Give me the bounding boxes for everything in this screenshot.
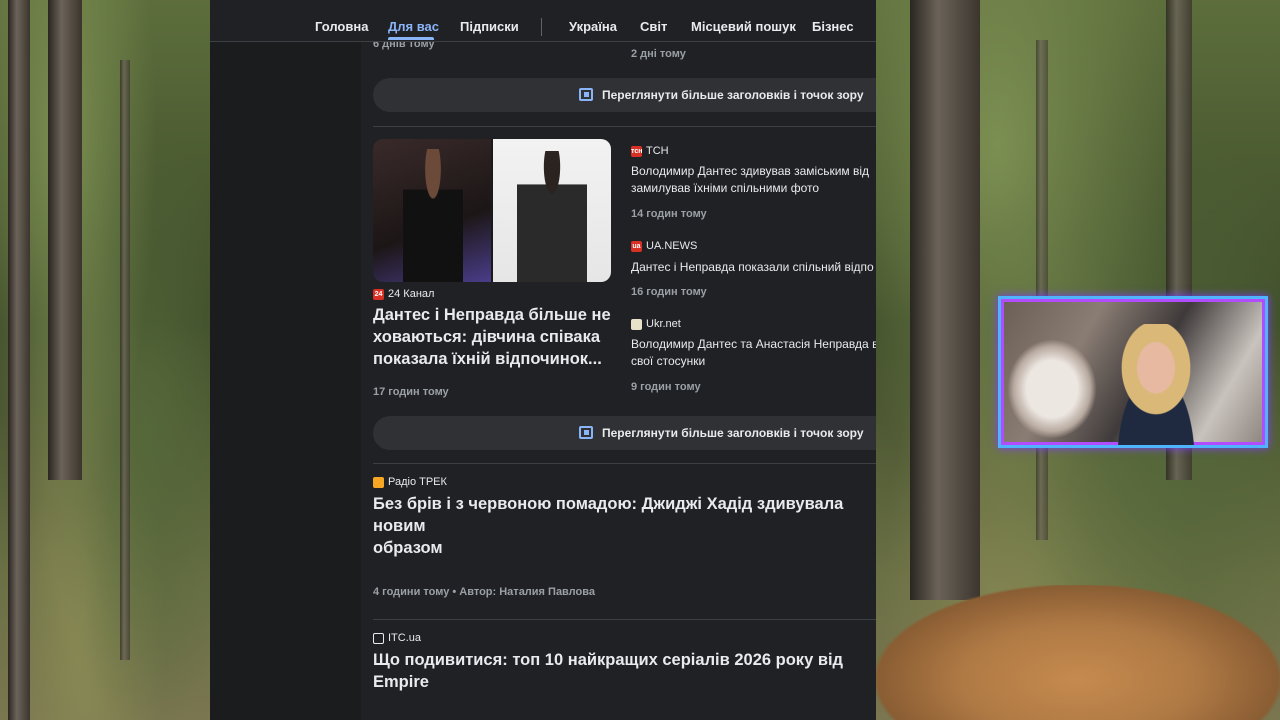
headline-line: Дантес і Неправда більше не — [373, 306, 611, 324]
headlines-icon — [579, 88, 593, 101]
more-headlines-label: Переглянути більше заголовків і точок зо… — [602, 426, 864, 440]
divider — [373, 126, 876, 127]
itc-ua-icon — [373, 632, 384, 644]
webcam-overlay — [998, 296, 1268, 448]
headline-line: образом — [373, 539, 443, 557]
source-name: Ukr.net — [646, 318, 681, 330]
background-object — [1007, 339, 1097, 439]
related-time: 9 годин тому — [631, 381, 701, 393]
nav-business[interactable]: Бізнес — [812, 19, 854, 34]
headline-line: Що подивитися: топ 10 найкращих серіалів… — [373, 651, 844, 669]
headline-line: Empire — [373, 673, 429, 691]
headline-line: Без брів і з червоною помадою: Джиджі Ха… — [373, 495, 844, 535]
story-meta: 4 години тому • Автор: Наталия Павлова — [373, 586, 595, 598]
related-title[interactable]: Володимир Дантес та Анастасія Неправда в… — [631, 336, 876, 370]
related-source: ua UA.NEWS — [631, 240, 697, 252]
story-source: 24 24 Канал — [373, 288, 434, 300]
feed: 6 днів тому 2 дні тому Переглянути більш… — [373, 0, 876, 720]
nav-active-indicator — [388, 37, 434, 40]
nav-subscriptions[interactable]: Підписки — [460, 19, 519, 34]
nav-separator — [541, 18, 542, 36]
more-headlines-button-2[interactable]: Переглянути більше заголовків і точок зо… — [373, 416, 876, 450]
story-time-right: 2 дні тому — [631, 48, 686, 60]
story-time: 17 годин тому — [373, 386, 449, 398]
related-time: 14 годин тому — [631, 208, 707, 220]
more-headlines-button-1[interactable]: Переглянути більше заголовків і точок зо… — [373, 78, 876, 112]
related-source: тсн ТСН — [631, 145, 669, 157]
related-source: Ukr.net — [631, 318, 681, 330]
ukr-net-icon — [631, 318, 642, 330]
nav-home[interactable]: Головна — [315, 19, 368, 34]
ua-news-icon: ua — [631, 240, 642, 252]
source-name: ТСН — [646, 145, 669, 157]
source-name: ITC.ua — [388, 632, 422, 644]
news-page: Головна Для вас Підписки Україна Світ Мі… — [210, 0, 876, 720]
story-headline[interactable]: Без брів і з червоною помадою: Джиджі Ха… — [373, 493, 876, 559]
divider — [373, 619, 876, 620]
tsn-icon: тсн — [631, 145, 643, 157]
channel-24-icon: 24 — [373, 288, 384, 300]
radio-trek-icon — [373, 476, 384, 488]
story-source: ITC.ua — [373, 632, 421, 644]
bear-fur — [876, 585, 1280, 720]
streamer-avatar — [1096, 324, 1216, 445]
nav-world[interactable]: Світ — [640, 19, 667, 34]
related-time: 16 годин тому — [631, 286, 707, 298]
nav-local[interactable]: Місцевий пошук — [691, 19, 796, 34]
left-sidebar — [210, 42, 361, 720]
source-name: 24 Канал — [388, 288, 435, 300]
story-headline[interactable]: Що подивитися: топ 10 найкращих серіалів… — [373, 649, 876, 693]
headline-line: показала їхній відпочинок... — [373, 350, 602, 368]
source-name: Радіо ТРЕК — [388, 476, 447, 488]
top-nav-bar: Головна Для вас Підписки Україна Світ Мі… — [210, 0, 876, 42]
headlines-icon — [579, 426, 593, 439]
related-title[interactable]: Володимир Дантес здивував заміським від … — [631, 163, 876, 197]
story-headline[interactable]: Дантес і Неправда більше не ховаються: д… — [373, 304, 613, 370]
divider — [373, 463, 876, 464]
story-source: Радіо ТРЕК — [373, 476, 447, 488]
nav-ukraine[interactable]: Україна — [569, 19, 617, 34]
more-headlines-label: Переглянути більше заголовків і точок зо… — [602, 88, 864, 102]
nav-for-you[interactable]: Для вас — [388, 19, 439, 34]
story-thumbnail[interactable] — [373, 139, 611, 282]
headline-line: ховаються: дівчина співака — [373, 328, 601, 346]
forest-background-left — [0, 0, 210, 720]
related-title[interactable]: Дантес і Неправда показали спільний відп… — [631, 259, 876, 276]
source-name: UA.NEWS — [646, 240, 698, 252]
